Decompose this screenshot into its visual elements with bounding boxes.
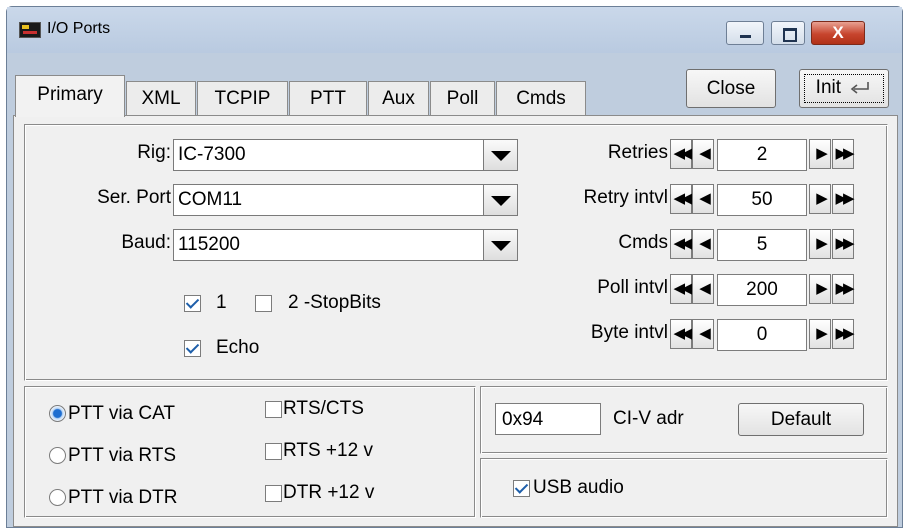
echo-checkbox[interactable] xyxy=(184,340,201,357)
last-icon[interactable]: ▶▶ xyxy=(832,229,855,259)
civ-group: 0x94 CI-V adr Default xyxy=(480,386,888,454)
close-button[interactable]: Close xyxy=(686,69,776,108)
stopbits-1-label: 1 xyxy=(216,292,227,313)
spinner-value[interactable]: 50 xyxy=(717,184,807,216)
dtr-12v-label: DTR +12 v xyxy=(283,482,375,503)
maximize-button[interactable] xyxy=(771,21,805,45)
ptt-group: PTT via CAT PTT via RTS PTT via DTR RTS/… xyxy=(24,386,476,518)
tab-aux[interactable]: Aux xyxy=(368,81,429,115)
close-icon: X xyxy=(832,23,844,42)
first-icon[interactable]: ◀◀ xyxy=(670,274,693,304)
stopbits-2-label: 2 -StopBits xyxy=(288,292,381,313)
minimize-button[interactable] xyxy=(726,21,764,45)
civ-address-label: CI-V adr xyxy=(613,408,684,429)
spinner-control: ◀◀ ◀ 50 ▶ ▶▶ xyxy=(670,184,870,216)
next-icon[interactable]: ▶ xyxy=(809,274,831,304)
enter-arrow-icon xyxy=(851,81,870,94)
prev-icon[interactable]: ◀ xyxy=(692,184,714,214)
usb-audio-label: USB audio xyxy=(533,477,624,498)
civ-address-field[interactable]: 0x94 xyxy=(495,403,601,435)
init-label: Init xyxy=(815,77,842,98)
last-icon[interactable]: ▶▶ xyxy=(832,184,855,214)
spinner-value[interactable]: 200 xyxy=(717,274,807,306)
tab-cmds[interactable]: Cmds xyxy=(496,81,586,115)
spinner-control: ◀◀ ◀ 5 ▶ ▶▶ xyxy=(670,229,870,261)
io-ports-window: I/O Ports X Primary XML TCPIP PTT Aux Po… xyxy=(6,6,903,528)
civ-address-value: 0x94 xyxy=(502,409,544,430)
spinner-value[interactable]: 0 xyxy=(717,319,807,351)
ptt-via-dtr-label: PTT via DTR xyxy=(68,487,178,508)
rts-cts-label: RTS/CTS xyxy=(283,398,364,419)
last-icon[interactable]: ▶▶ xyxy=(832,139,855,169)
next-icon[interactable]: ▶ xyxy=(809,184,831,214)
prev-icon[interactable]: ◀ xyxy=(692,139,714,169)
usb-audio-group: USB audio xyxy=(480,458,888,518)
first-icon[interactable]: ◀◀ xyxy=(670,319,693,349)
next-icon[interactable]: ▶ xyxy=(809,229,831,259)
first-icon[interactable]: ◀◀ xyxy=(670,139,693,169)
prev-icon[interactable]: ◀ xyxy=(692,274,714,304)
rts-12v-label: RTS +12 v xyxy=(283,440,373,461)
stopbits-2-checkbox[interactable] xyxy=(255,295,272,312)
default-button[interactable]: Default xyxy=(738,403,864,436)
rig-label: Rig: xyxy=(137,142,171,163)
tab-ptt[interactable]: PTT xyxy=(289,81,367,115)
app-icon xyxy=(19,22,41,38)
last-icon[interactable]: ▶▶ xyxy=(832,274,855,304)
rts-cts-checkbox[interactable] xyxy=(265,401,282,418)
spinner-control: ◀◀ ◀ 0 ▶ ▶▶ xyxy=(670,319,870,351)
next-icon[interactable]: ▶ xyxy=(809,319,831,349)
window-close-button[interactable]: X xyxy=(811,21,865,45)
ptt-via-cat-radio[interactable] xyxy=(49,405,66,422)
spinner-control: ◀◀ ◀ 2 ▶ ▶▶ xyxy=(670,139,870,171)
prev-icon[interactable]: ◀ xyxy=(692,319,714,349)
tab-xml[interactable]: XML xyxy=(126,81,196,115)
window-title: I/O Ports xyxy=(47,20,111,37)
spinner-control: ◀◀ ◀ 200 ▶ ▶▶ xyxy=(670,274,870,306)
echo-label: Echo xyxy=(216,337,260,358)
next-icon[interactable]: ▶ xyxy=(809,139,831,169)
last-icon[interactable]: ▶▶ xyxy=(832,319,855,349)
title-bar[interactable]: I/O Ports X xyxy=(7,7,902,53)
spinner-label: Cmds xyxy=(618,232,668,253)
ptt-via-rts-radio[interactable] xyxy=(49,447,66,464)
primary-tab-panel: Rig: IC-7300 Ser. Port COM11 Baud: 11520… xyxy=(13,115,898,527)
tab-poll[interactable]: Poll xyxy=(430,81,495,115)
ser-port-value: COM11 xyxy=(178,189,243,210)
serial-settings-group: Rig: IC-7300 Ser. Port COM11 Baud: 11520… xyxy=(24,124,888,381)
spinner-label: Retry intvl xyxy=(583,187,668,208)
ptt-via-cat-label: PTT via CAT xyxy=(68,403,175,424)
rts-12v-checkbox[interactable] xyxy=(265,443,282,460)
tab-tcpip[interactable]: TCPIP xyxy=(197,81,288,115)
spinner-label: Byte intvl xyxy=(590,322,668,343)
baud-label: Baud: xyxy=(121,232,171,253)
init-button[interactable]: Init xyxy=(799,69,889,108)
tab-primary[interactable]: Primary xyxy=(15,75,125,117)
first-icon[interactable]: ◀◀ xyxy=(670,229,693,259)
first-icon[interactable]: ◀◀ xyxy=(670,184,693,214)
rig-value: IC-7300 xyxy=(178,144,246,165)
ser-port-label: Ser. Port xyxy=(97,187,171,208)
prev-icon[interactable]: ◀ xyxy=(692,229,714,259)
stopbits-1-checkbox[interactable] xyxy=(184,295,201,312)
spinner-value[interactable]: 2 xyxy=(717,139,807,171)
spinner-label: Poll intvl xyxy=(597,277,668,298)
ptt-via-rts-label: PTT via RTS xyxy=(68,445,177,466)
usb-audio-checkbox[interactable] xyxy=(513,480,530,497)
dtr-12v-checkbox[interactable] xyxy=(265,485,282,502)
spinner-value[interactable]: 5 xyxy=(717,229,807,261)
spinner-label: Retries xyxy=(607,142,668,163)
ptt-via-dtr-radio[interactable] xyxy=(49,489,66,506)
baud-value: 115200 xyxy=(178,234,240,255)
